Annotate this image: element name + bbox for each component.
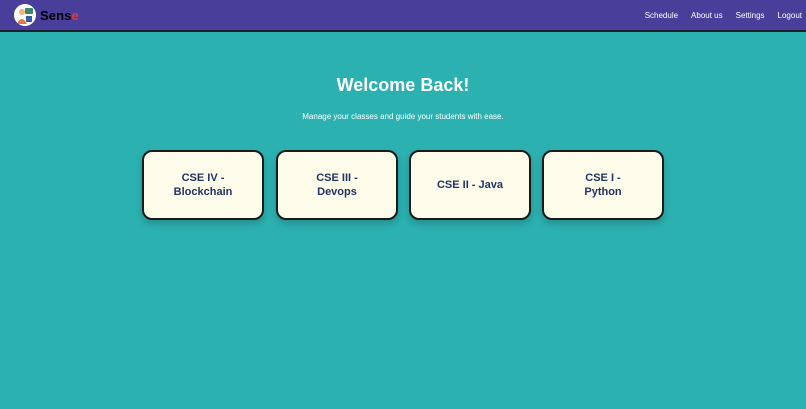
brand-name-part1: Sens — [40, 7, 72, 23]
class-card-label: CSE IV - Blockchain — [173, 172, 233, 198]
page-title: Welcome Back! — [336, 75, 470, 95]
nav-link-logout[interactable]: Logout — [778, 11, 802, 20]
nav-link-schedule[interactable]: Schedule — [645, 11, 678, 20]
class-card-label: CSE II - Java — [436, 179, 504, 191]
nav-link-settings[interactable]: Settings — [736, 11, 765, 20]
page-subtitle: Manage your classes and guide your stude… — [302, 112, 504, 121]
brand-logo[interactable]: Sense — [14, 4, 79, 26]
class-card-label: CSE III - Devops — [316, 172, 358, 198]
class-card-label: CSE I - Python — [584, 172, 622, 198]
class-card-cse-iii-devops[interactable]: CSE III - Devops — [276, 150, 398, 220]
class-card-cse-ii-java[interactable]: CSE II - Java — [409, 150, 531, 220]
brand-name-part2: e — [71, 7, 79, 23]
class-card-cse-i-python[interactable]: CSE I - Python — [542, 150, 664, 220]
teacher-avatar-icon — [14, 4, 36, 26]
nav-link-about-us[interactable]: About us — [691, 11, 723, 20]
class-cards: CSE IV - Blockchain CSE III - Devops CSE… — [142, 150, 664, 220]
class-card-cse-iv-blockchain[interactable]: CSE IV - Blockchain — [142, 150, 264, 220]
top-navbar: Sense Schedule About us Settings Logout — [0, 0, 806, 32]
nav-links: Schedule About us Settings Logout — [645, 0, 802, 30]
brand-name: Sense — [40, 8, 79, 23]
